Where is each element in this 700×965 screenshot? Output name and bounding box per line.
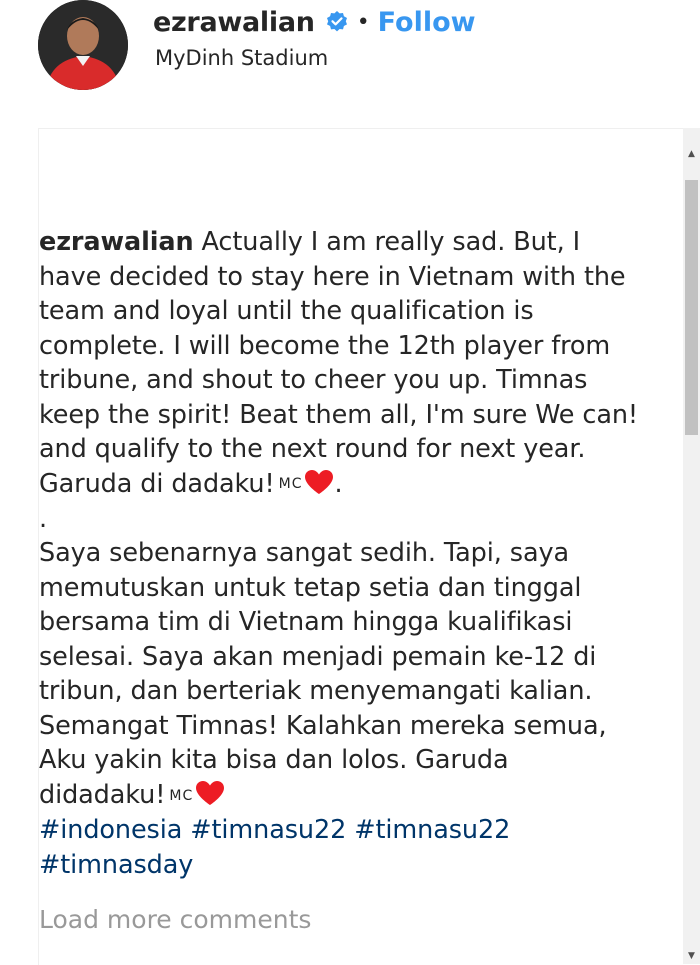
scroll-thumb[interactable] (685, 180, 698, 435)
username-link[interactable]: ezrawalian (153, 7, 315, 38)
location-link[interactable]: MyDinh Stadium (155, 46, 328, 70)
hashtag-link[interactable]: #indonesia (39, 815, 182, 845)
hashtag-list: #indonesia #timnasu22 #timnasu22 #timnas… (39, 813, 639, 882)
heart-emoji-icon (196, 780, 225, 805)
avatar-photo (38, 0, 128, 90)
caption-owner-link[interactable]: ezrawalian (39, 227, 194, 257)
heart-emoji-icon (305, 469, 334, 494)
scroll-up-arrow-icon[interactable]: ▲ (683, 145, 700, 162)
caption-divider: . (39, 503, 48, 534)
post-header: ezrawalian • Follow MyDinh Stadium (0, 0, 700, 128)
caption-english: ezrawalian Actually I am really sad. But… (39, 225, 639, 502)
mc-label-2: MC (169, 787, 194, 804)
caption-indonesian-text: Saya sebenarnya sangat sedih. Tapi, saya… (39, 538, 615, 810)
caption-english-text: Actually I am really sad. But, I have de… (39, 227, 647, 499)
hashtag-link[interactable]: #timnasu22 (354, 815, 510, 845)
separator-dot: • (356, 9, 370, 35)
comments-panel: ezrawalian Actually I am really sad. But… (38, 128, 700, 965)
load-more-comments-button[interactable]: Load more comments (39, 905, 311, 934)
hashtag-link[interactable]: #timnasu22 (190, 815, 346, 845)
profile-avatar[interactable] (38, 0, 128, 90)
scrollbar[interactable]: ▲ ▼ (683, 128, 700, 964)
caption-indonesian: Saya sebenarnya sangat sedih. Tapi, saya… (39, 536, 639, 813)
mc-label: MC (278, 476, 303, 493)
verified-badge-icon (325, 10, 349, 34)
post-caption: ezrawalian Actually I am really sad. But… (39, 156, 639, 882)
scroll-down-arrow-icon[interactable]: ▼ (683, 947, 700, 964)
hashtag-link[interactable]: #timnasday (39, 850, 193, 880)
username-row: ezrawalian • Follow (153, 2, 476, 42)
follow-button[interactable]: Follow (378, 7, 476, 38)
caption-english-end: . (334, 468, 343, 499)
